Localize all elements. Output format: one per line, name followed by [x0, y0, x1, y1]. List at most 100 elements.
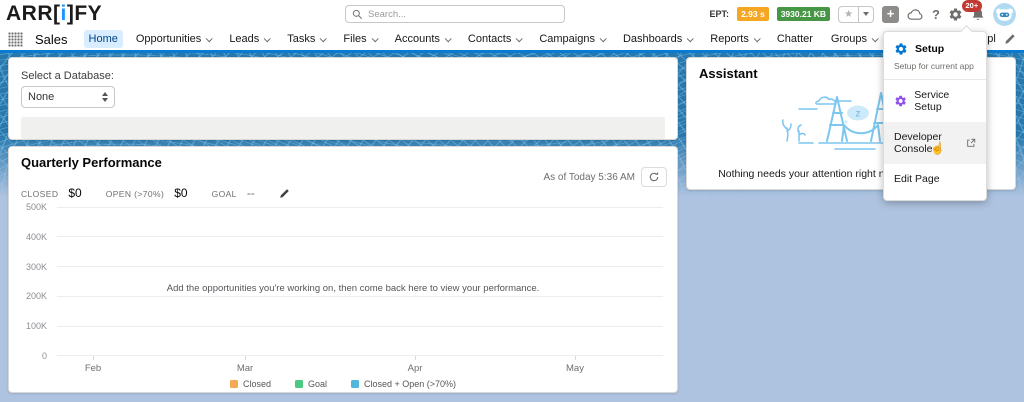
tab-label: Leads	[229, 33, 260, 45]
cloud-icon	[907, 8, 923, 20]
ept-size-badge: 3930.21 KB	[776, 7, 831, 21]
pencil-icon	[279, 188, 290, 199]
menu-item-label: Service Setup	[914, 89, 950, 113]
guidance-cloud-button[interactable]	[907, 8, 924, 21]
edit-goal-button[interactable]	[279, 188, 290, 199]
logo-text-end: ]FY	[66, 2, 103, 25]
menu-item-edit-page[interactable]: Edit Page	[884, 164, 986, 194]
favorite-star-icon[interactable]: ★	[839, 7, 858, 22]
setup-dropdown-menu: Setup Setup for current app Service Setu…	[883, 25, 987, 201]
page-content: Select a Database: None Quarterly Perfor…	[0, 53, 1024, 402]
menu-item-setup[interactable]: Setup	[884, 32, 986, 59]
tab-label: Reports	[710, 33, 749, 45]
stat-closed-value: $0	[68, 186, 82, 200]
app-launcher-icon[interactable]	[8, 31, 23, 47]
quick-create-button[interactable]: +	[882, 5, 900, 23]
chevron-down-icon	[263, 34, 272, 42]
database-select-value: None	[28, 91, 55, 103]
y-axis-tick: 0	[41, 350, 47, 361]
chevron-down-icon	[320, 34, 328, 42]
global-header: ARR[i]FY EPT: 2.93 s 3930.21 KB ★ + ?	[0, 0, 1024, 28]
chevron-down-icon	[444, 34, 452, 42]
chevron-down-icon	[686, 34, 695, 42]
tab-chatter[interactable]: Chatter	[772, 30, 818, 48]
tab-label: Campaigns	[539, 33, 595, 45]
performance-chart-grid: 500K 400K 300K 200K 100K 0	[19, 202, 663, 361]
chevron-down-icon	[599, 34, 607, 42]
header-actions: EPT: 2.93 s 3930.21 KB ★ + ? 20+	[709, 0, 1018, 26]
salesforce-home-screen: ARR[i]FY EPT: 2.93 s 3930.21 KB ★ + ?	[0, 0, 1024, 402]
tab-tasks[interactable]: Tasks	[282, 30, 330, 48]
ept-label: EPT:	[709, 9, 730, 19]
legend-swatch	[229, 380, 238, 388]
tab-files[interactable]: Files	[338, 30, 381, 48]
legend-swatch	[350, 380, 359, 388]
tab-opportunities[interactable]: Opportunities	[131, 30, 216, 48]
chevron-down-icon	[515, 34, 524, 42]
edit-navigation-button[interactable]	[1004, 33, 1016, 45]
app-logo: ARR[i]FY	[6, 0, 102, 28]
stat-goal-value: --	[246, 186, 255, 200]
tab-reports[interactable]: Reports	[705, 30, 764, 48]
tab-label: Chatter	[776, 33, 813, 45]
favorites-control: ★	[838, 5, 875, 23]
setup-gear-button[interactable]	[948, 7, 963, 22]
x-axis-label: Feb	[84, 363, 102, 374]
tab-contacts[interactable]: Contacts	[463, 30, 526, 48]
tab-label: Accounts	[394, 33, 440, 45]
chart-empty-message: Add the opportunities you're working on,…	[166, 283, 540, 294]
chevron-down-icon	[753, 34, 761, 42]
tab-campaigns[interactable]: Campaigns	[534, 30, 610, 48]
gear-icon	[948, 7, 963, 22]
menu-subtitle: Setup for current app	[884, 59, 986, 80]
stat-open-label: OPEN (>70%)	[105, 189, 165, 199]
tab-groups[interactable]: Groups	[826, 30, 882, 48]
legend-closed: Closed	[229, 379, 271, 389]
svg-text:z: z	[856, 109, 861, 120]
database-selector-card: Select a Database: None	[8, 57, 678, 140]
tab-label: Tasks	[287, 33, 316, 45]
refresh-icon	[649, 172, 659, 182]
database-select-label: Select a Database:	[21, 70, 114, 82]
x-axis-label: Apr	[407, 363, 423, 374]
database-select[interactable]: None	[21, 86, 115, 108]
tab-label: Contacts	[467, 33, 512, 45]
chevron-down-icon	[863, 12, 870, 16]
menu-item-developer-console[interactable]: Developer Console ☝	[884, 122, 986, 164]
legend-goal: Goal	[294, 379, 327, 389]
user-avatar[interactable]	[993, 2, 1016, 26]
favorites-dropdown-button[interactable]	[858, 6, 873, 22]
tab-dashboards[interactable]: Dashboards	[618, 30, 697, 48]
gear-icon	[894, 94, 907, 108]
avatar-robot-icon	[993, 2, 1016, 26]
menu-item-label: Setup	[915, 43, 945, 55]
x-axis-label: Mar	[236, 363, 254, 374]
tab-accounts[interactable]: Accounts	[390, 30, 455, 48]
y-axis-tick: 100K	[25, 321, 47, 332]
y-axis-tick: 500K	[25, 202, 47, 212]
chevron-down-icon	[871, 34, 879, 42]
tab-label: Dashboards	[622, 33, 683, 45]
as-of-group: As of Today 5:36 AM	[543, 167, 667, 187]
tab-label: Opportunities	[135, 33, 202, 45]
chevron-down-icon	[205, 34, 214, 42]
y-axis-tick: 300K	[25, 261, 47, 272]
ept-time-badge: 2.93 s	[737, 7, 769, 21]
app-navigation-bar: Sales Home Opportunities Leads Tasks Fil…	[0, 28, 1024, 53]
hand-cursor-icon: ☝	[930, 141, 945, 155]
current-app-name[interactable]: Sales	[35, 32, 68, 47]
tab-leads[interactable]: Leads	[224, 30, 274, 48]
notification-count-badge: 20+	[962, 0, 982, 12]
empty-placeholder-bar	[21, 117, 665, 139]
notifications-button[interactable]: 20+	[962, 0, 985, 22]
menu-item-service-setup[interactable]: Service Setup	[884, 80, 986, 122]
external-link-icon	[966, 138, 976, 148]
y-axis-tick: 400K	[25, 231, 47, 242]
logo-text: ARR[	[6, 2, 61, 25]
refresh-button[interactable]	[641, 167, 667, 187]
search-input[interactable]	[368, 8, 558, 20]
help-button[interactable]: ?	[932, 7, 940, 22]
tab-home[interactable]: Home	[83, 30, 123, 48]
chevron-down-icon	[371, 34, 379, 42]
global-search[interactable]	[345, 5, 565, 23]
